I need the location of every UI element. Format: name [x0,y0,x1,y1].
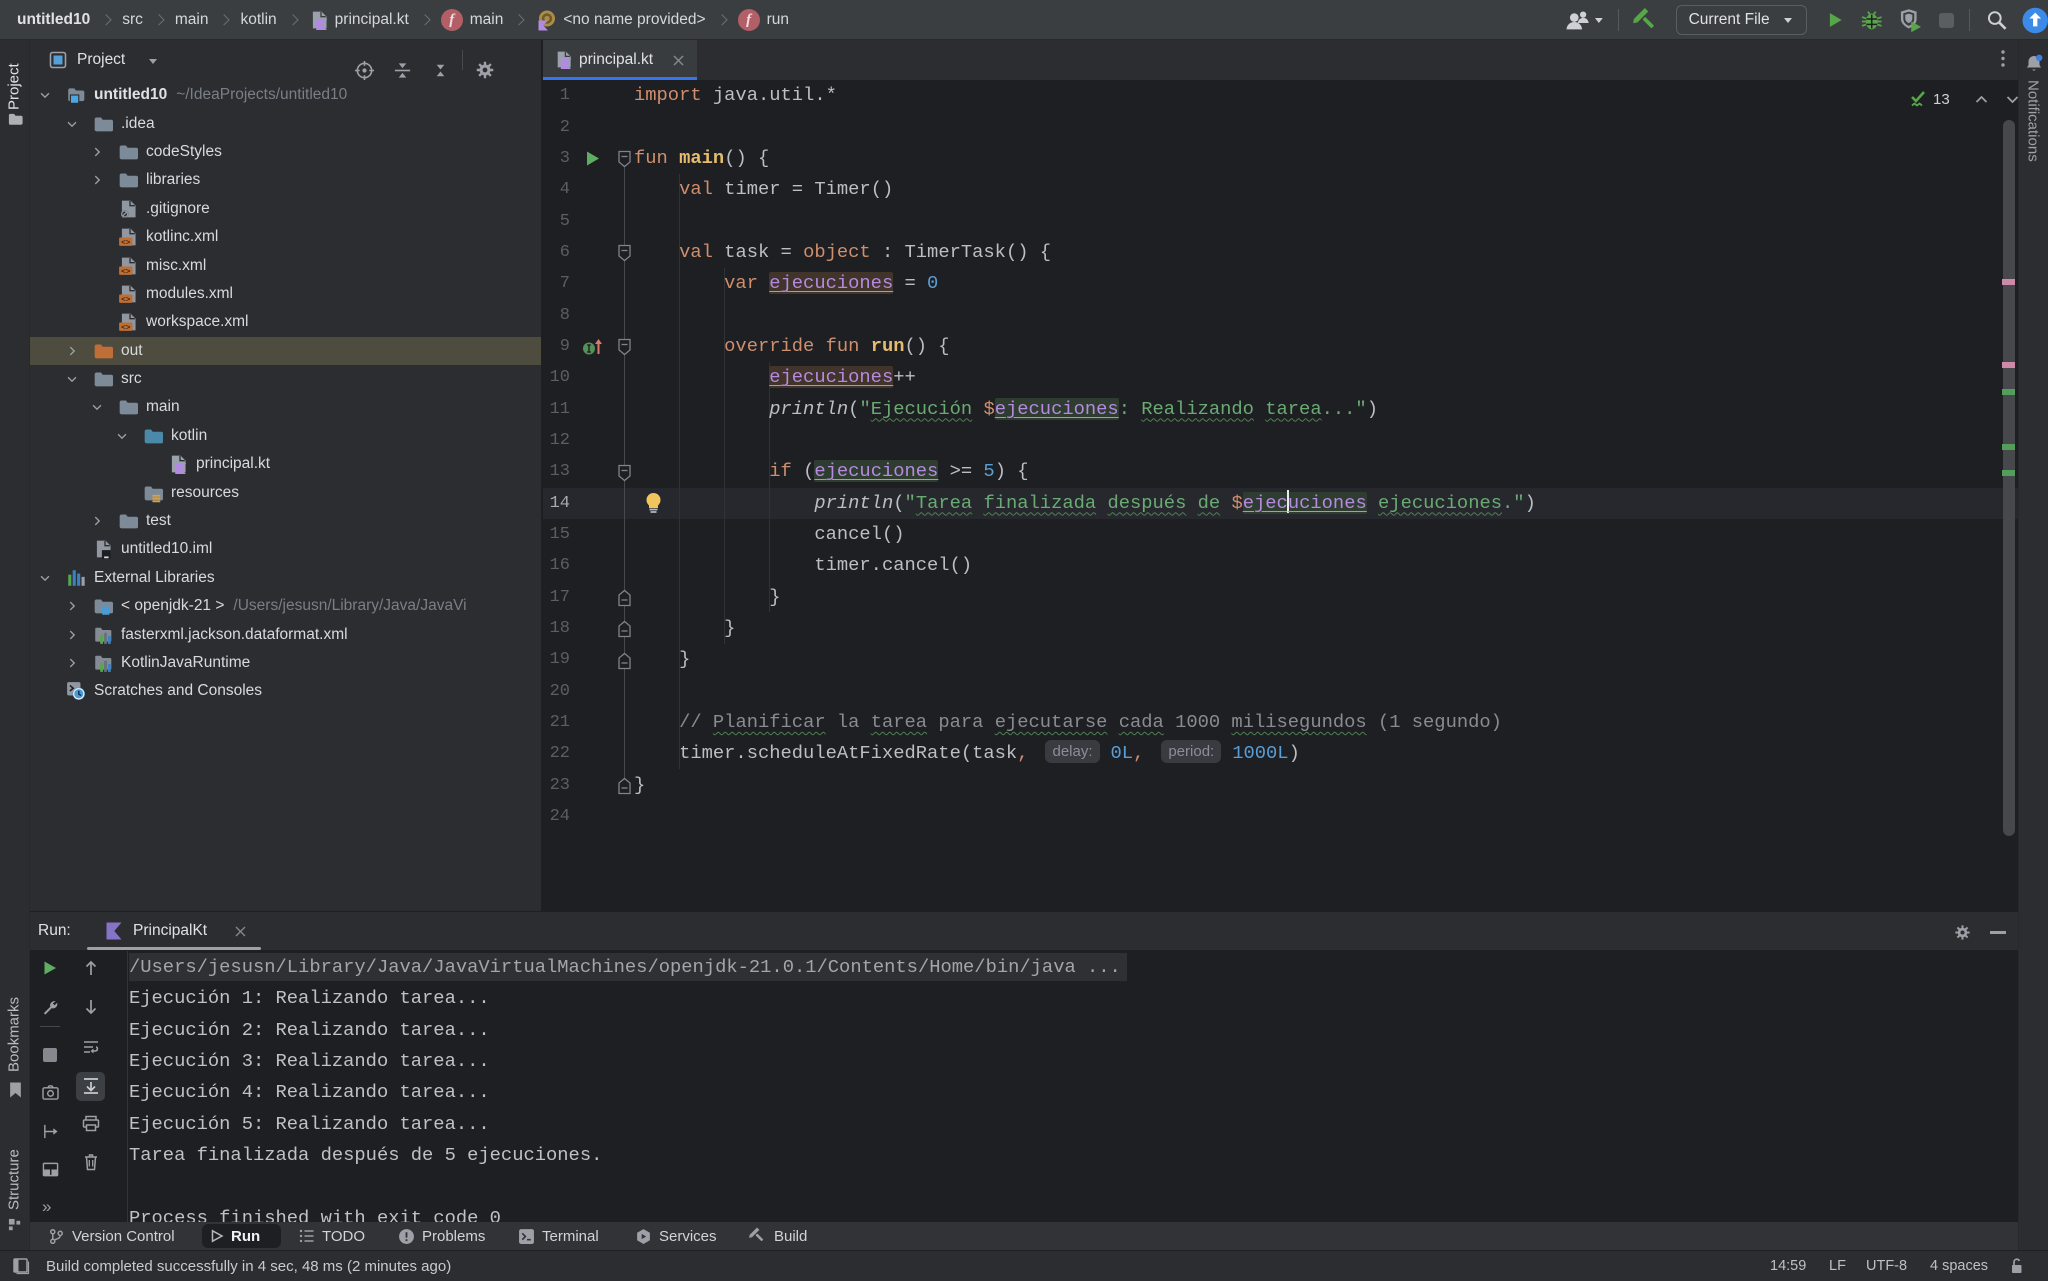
svg-text:<>: <> [121,268,131,276]
svg-text:<>: <> [121,296,131,304]
svg-text:<>: <> [121,325,131,333]
svg-text:<>: <> [121,239,131,247]
